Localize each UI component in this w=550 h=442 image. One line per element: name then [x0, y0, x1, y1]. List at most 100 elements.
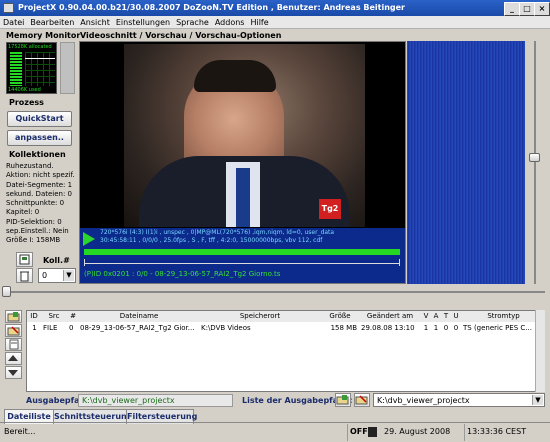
video-section-title: Videoschnitt / Vorschau / Vorschau-Optio…	[80, 31, 282, 40]
video-frame: Tg2	[124, 44, 365, 227]
progress-bar	[84, 249, 400, 255]
vertical-slider-thumb[interactable]	[529, 153, 540, 162]
video-info-panel: 720*576i (4:3) I(1)i , unspec , 0|MP@ML(…	[80, 228, 405, 283]
collection-pid-selection: PID-Selektion: 0	[6, 217, 62, 226]
window-title: ProjectX 0.90.04.00.b21/30.08.2007 DoZoo…	[18, 3, 405, 12]
timeline-slider-track[interactable]	[4, 291, 545, 293]
cell-u: 0	[453, 324, 459, 332]
remove-file-button[interactable]	[5, 324, 22, 337]
cell-src: FILE	[43, 324, 58, 332]
menu-einstellungen[interactable]: Einstellungen	[113, 16, 173, 29]
menu-datei[interactable]: Datei	[0, 16, 27, 29]
video-preview-area: Tg2 720*576i (4:3) I(1)i , unspec , 0|MP…	[79, 41, 406, 284]
cell-v: 1	[423, 324, 429, 332]
col-header-location[interactable]: Speicherort	[199, 311, 322, 322]
remove-output-path-button[interactable]	[354, 393, 370, 407]
chevron-down-icon[interactable]: ▼	[63, 270, 74, 281]
status-time: 13:33:36 CEST	[464, 424, 549, 441]
cell-size: 158 MB	[330, 324, 357, 332]
cell-filename: 08-29_13-06-57_RAI2_Tg2 Gior...	[80, 324, 195, 332]
add-file-button[interactable]	[5, 310, 22, 323]
memory-allocated: 17528K allocated	[8, 44, 52, 50]
collection-status: Ruhezustand.	[6, 162, 54, 170]
collection-cutpoints: Schnittpunkte: 0	[6, 199, 65, 208]
col-header-streamtype[interactable]: Stromtyp	[461, 311, 544, 322]
col-header-id[interactable]: ID	[27, 311, 42, 322]
new-collection-icon	[19, 254, 30, 265]
cell-number: 0	[69, 324, 74, 332]
collection-chapters: Kapitel: 0	[6, 208, 40, 217]
collections-title: Kollektionen	[9, 150, 66, 159]
process-title: Prozess	[9, 98, 44, 107]
file-table: ID Src # Dateiname Speicherort Größe Geä…	[26, 310, 545, 392]
adjust-button[interactable]: anpassen..	[7, 130, 72, 146]
menu-addons[interactable]: Addons	[212, 16, 248, 29]
chapter-preview-panel	[407, 41, 525, 284]
move-down-button[interactable]	[5, 366, 22, 379]
col-header-modified[interactable]: Geändert am	[359, 311, 422, 322]
status-date: 29. August 2008	[384, 427, 451, 436]
arrow-up-icon	[8, 355, 18, 361]
add-output-path-button[interactable]	[335, 393, 351, 407]
new-collection-button[interactable]	[16, 252, 33, 267]
vertical-slider-track[interactable]	[534, 41, 536, 284]
cell-streamtype: TS (generic PES C...	[463, 324, 532, 332]
move-up-button[interactable]	[5, 352, 22, 365]
video-info-line1: 720*576i (4:3) I(1)i , unspec , 0|MP@ML(…	[100, 229, 335, 236]
memory-monitor-scrollbar[interactable]	[60, 42, 75, 94]
col-header-size[interactable]: Größe	[321, 311, 360, 322]
cell-location: K:\DVB Videos	[201, 324, 251, 332]
col-header-src[interactable]: Src	[41, 311, 68, 322]
video-hair	[194, 60, 276, 92]
table-scrollbar[interactable]	[535, 310, 545, 392]
minimize-button[interactable]: _	[504, 2, 520, 16]
collection-info: Ruhezustand. Aktion: nicht spezif. Datei…	[6, 162, 76, 248]
collection-number-label: Koll.#	[43, 256, 70, 265]
menu-bearbeiten[interactable]: Bearbeiten	[27, 16, 77, 29]
cell-id: 1	[32, 324, 37, 332]
play-icon[interactable]	[83, 232, 95, 246]
document-icon	[9, 339, 19, 350]
memory-graph	[25, 52, 55, 86]
delete-collection-button[interactable]	[16, 268, 33, 283]
collection-action: Aktion: nicht spezif.	[6, 171, 75, 180]
menu-sprache[interactable]: Sprache	[173, 16, 212, 29]
cell-t: 0	[443, 324, 449, 332]
status-text: Bereit...	[4, 427, 36, 436]
collection-secondary-files: sekund. Dateien: 0	[6, 189, 73, 198]
close-button[interactable]: ×	[534, 2, 550, 16]
memory-monitor-title: Memory Monitor	[6, 31, 81, 40]
arrow-down-icon	[8, 370, 18, 376]
file-info-button[interactable]	[5, 338, 22, 351]
quickstart-button[interactable]: QuickStart	[7, 111, 72, 127]
cut-slider-track[interactable]	[84, 263, 400, 264]
output-path-field[interactable]: K:\dvb_viewer_projectx	[78, 394, 233, 407]
lock-icon	[368, 427, 377, 437]
window-titlebar: ProjectX 0.90.04.00.b21/30.08.2007 DoZoo…	[0, 0, 550, 16]
collection-number-value: 0	[42, 271, 48, 280]
menu-hilfe[interactable]: Hilfe	[247, 16, 271, 29]
video-tie	[236, 168, 250, 227]
chevron-down-icon[interactable]: ▼	[532, 395, 543, 405]
cut-slider-start	[84, 259, 85, 266]
output-path-select-value: K:\dvb_viewer_projectx	[377, 396, 470, 405]
memory-bar	[10, 52, 22, 86]
menu-ansicht[interactable]: Ansicht	[77, 16, 113, 29]
folder-remove-icon	[7, 326, 20, 336]
cell-modified: 29.08.08 13:10	[361, 324, 415, 332]
memory-used: 14406K used	[8, 87, 41, 93]
tg2-logo: Tg2	[319, 199, 341, 219]
collection-sep-settings: sep.Einstell.: Nein	[6, 227, 69, 236]
maximize-button[interactable]: □	[519, 2, 535, 16]
video-info-line2: 30:45:58:11 , 0/0/0 , 25.0fps , S , F, t…	[100, 237, 323, 244]
cut-slider-end	[399, 259, 400, 266]
cell-a: 1	[433, 324, 439, 332]
trash-icon	[20, 271, 29, 282]
collection-number-select[interactable]: 0 ▼	[38, 268, 76, 283]
collection-size: Größe I: 158MB	[6, 236, 61, 245]
pid-file-line: (P)ID 0x0201 : 0/0 - 08-29_13-06-57_RAI2…	[84, 270, 281, 278]
timeline-slider-thumb[interactable]	[2, 286, 11, 297]
app-icon	[3, 3, 14, 13]
output-path-select[interactable]: K:\dvb_viewer_projectx ▼	[373, 393, 545, 407]
col-header-filename[interactable]: Dateiname	[79, 311, 200, 322]
